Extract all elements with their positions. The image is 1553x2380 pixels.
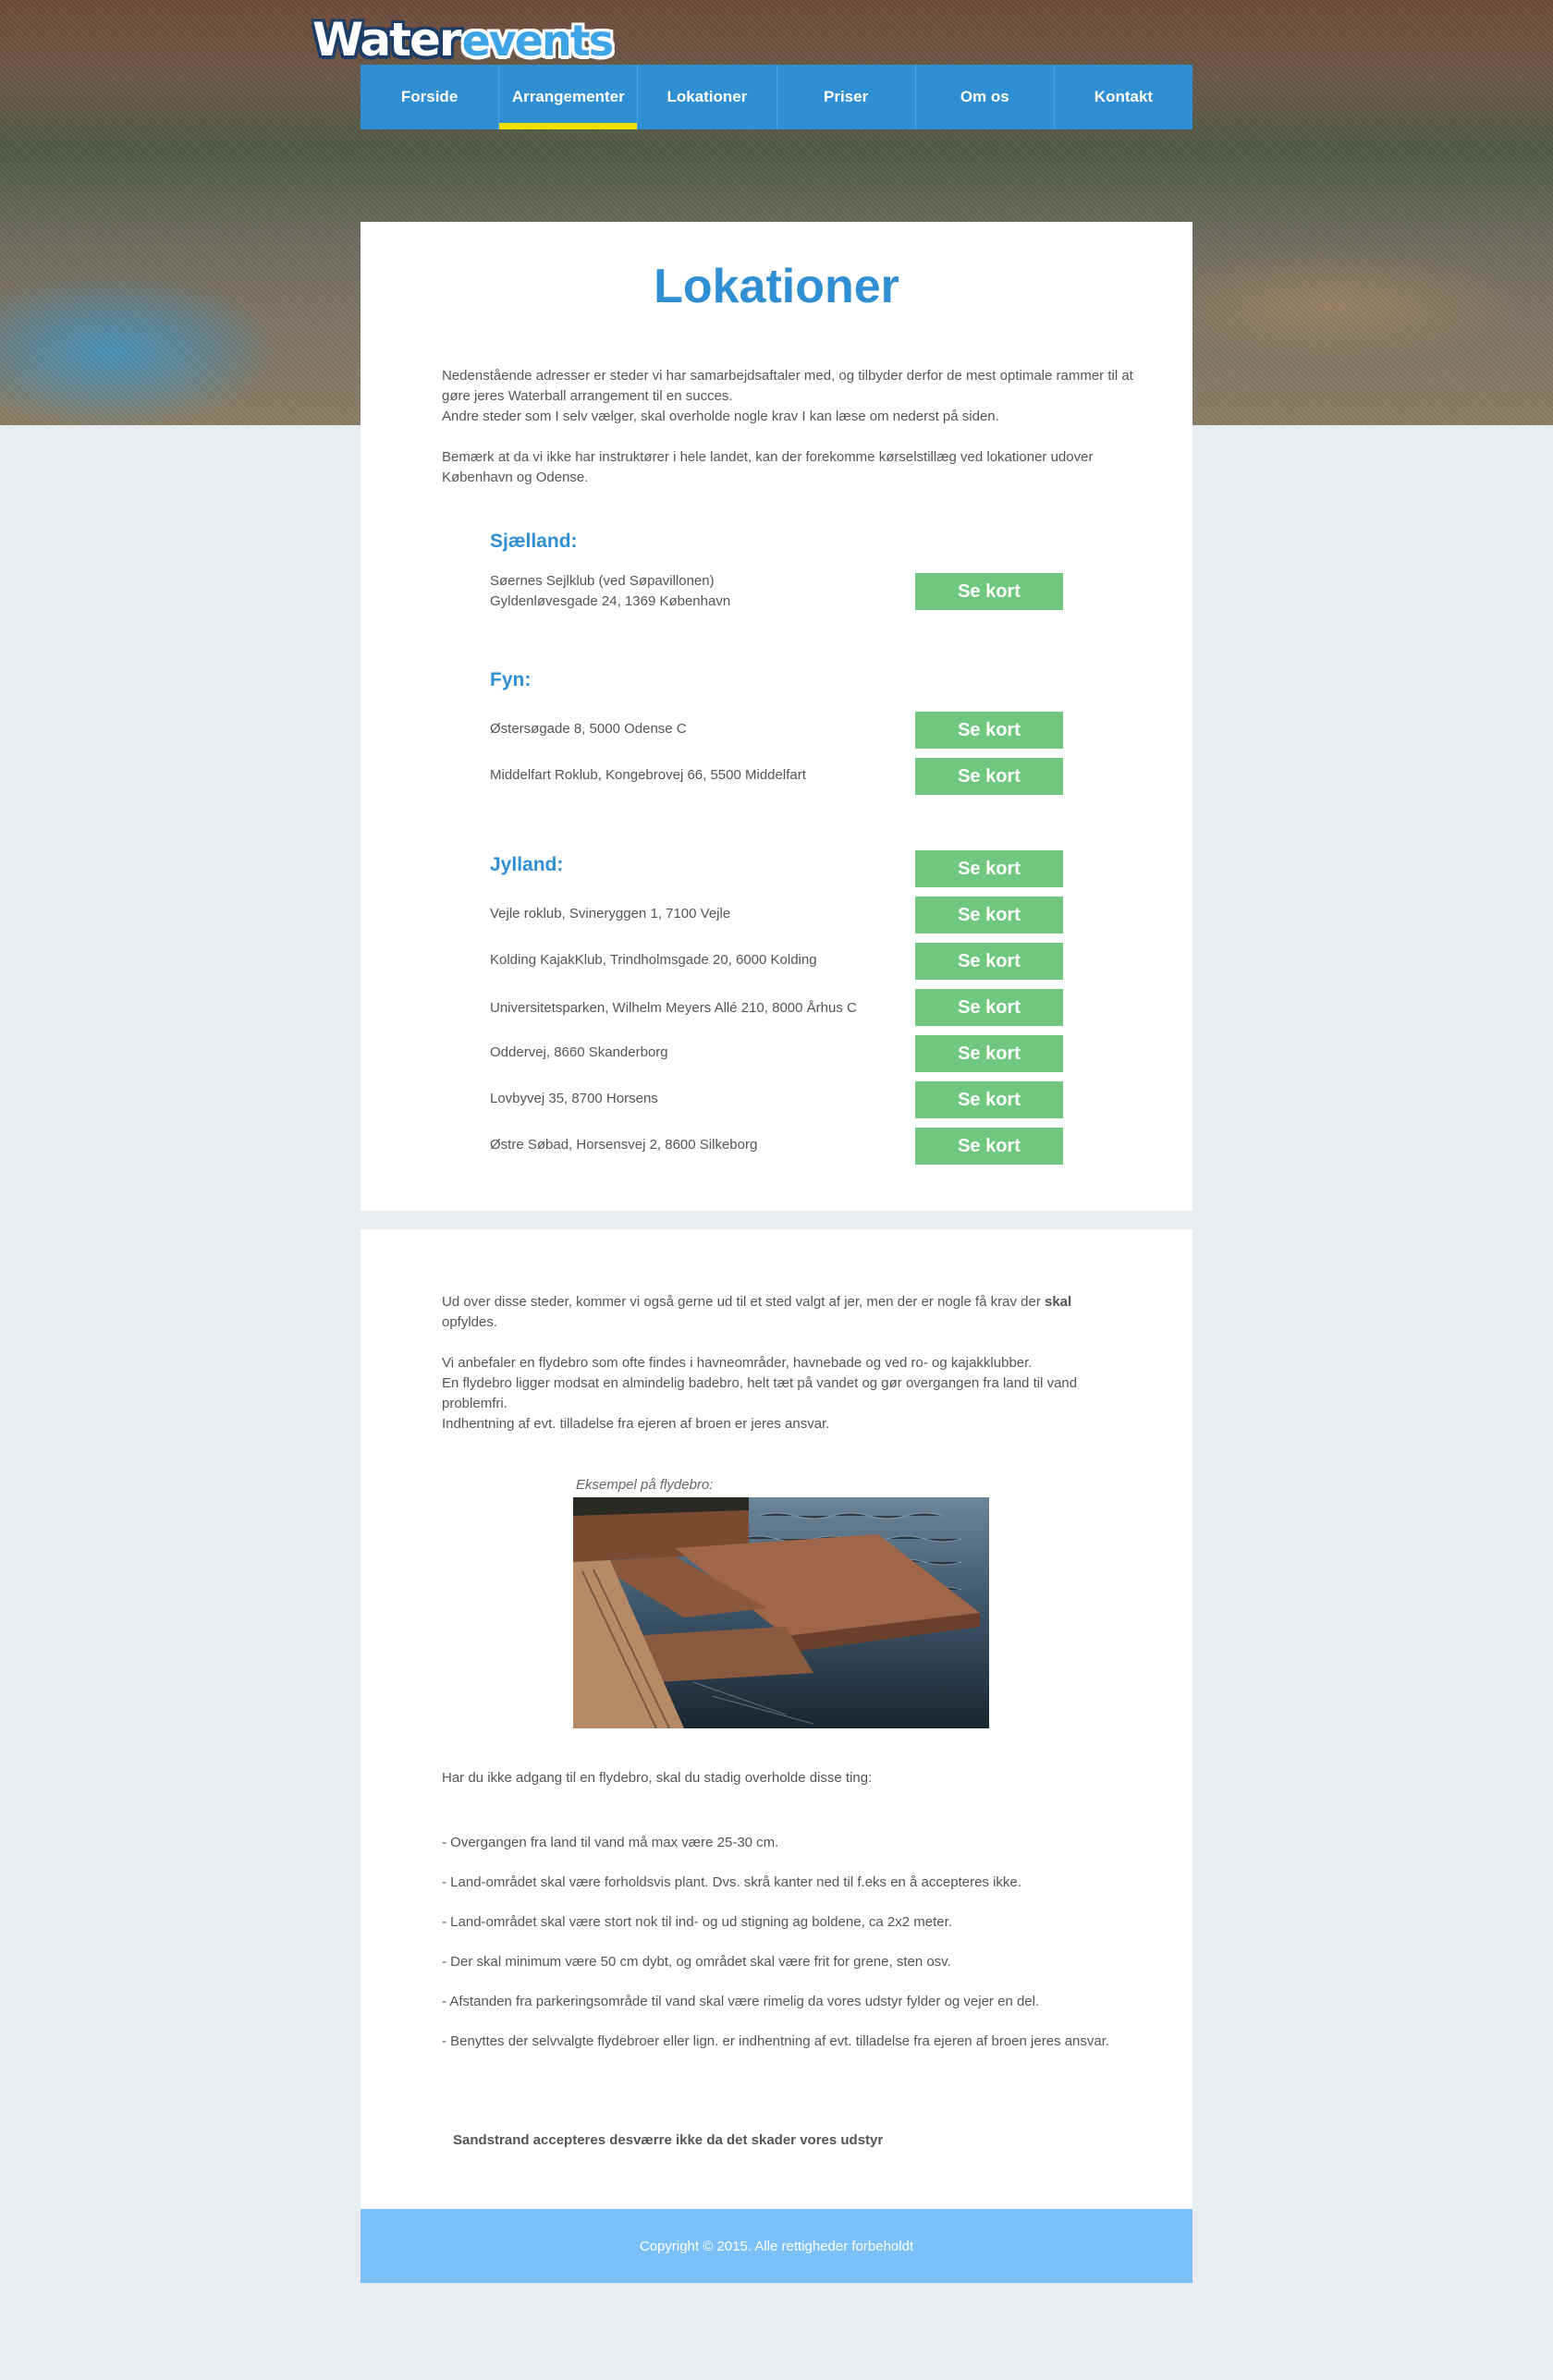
location-address: Østersøgade 8, 5000 Odense C [490, 721, 687, 737]
requirement-item: - Der skal minimum være 50 cm dybt, og o… [442, 1954, 951, 1970]
floating-dock-image [573, 1497, 989, 1728]
main-navigation: Forside Arrangementer Lokationer Priser … [361, 65, 1192, 129]
floating-dock-info: Vi anbefaler en flydebro som ofte findes… [442, 1353, 1107, 1434]
requirements-text: opfyldes. [442, 1314, 498, 1330]
intro-paragraph: Andre steder som I selv vælger, skal ove… [442, 409, 999, 424]
copyright-text: Copyright © 2015. Alle rettigheder forbe… [639, 2238, 914, 2254]
requirement-item: - Overgangen fra land til vand må max væ… [442, 1835, 779, 1850]
region-heading-fyn: Fyn: [490, 669, 532, 690]
footer: Copyright © 2015. Alle rettigheder forbe… [361, 2209, 1192, 2283]
see-map-button[interactable]: Se kort [915, 573, 1063, 610]
intro-paragraph: Nedenstående adresser er steder vi har s… [442, 368, 1133, 404]
image-caption: Eksempel på flydebro: [576, 1477, 714, 1493]
see-map-button[interactable]: Se kort [915, 712, 1063, 749]
requirement-item: - Land-området skal være forholdsvis pla… [442, 1874, 1021, 1890]
requirement-item: - Benyttes der selvvalgte flydebroer ell… [442, 2033, 1110, 2049]
see-map-button[interactable]: Se kort [915, 1035, 1063, 1072]
location-name: Søernes Sejlklub (ved Søpavillonen) [490, 573, 715, 589]
see-map-button[interactable]: Se kort [915, 758, 1063, 795]
location-address: Østre Søbad, Horsensvej 2, 8600 Silkebor… [490, 1137, 758, 1153]
info-paragraph: Vi anbefaler en flydebro som ofte findes… [442, 1355, 1033, 1371]
nav-item-priser[interactable]: Priser [777, 65, 916, 129]
requirements-emphasis: skal [1045, 1294, 1072, 1310]
requirement-item: - Afstanden fra parkeringsområde til van… [442, 1994, 1040, 2009]
see-map-button[interactable]: Se kort [915, 943, 1063, 980]
requirements-panel: Ud over disse steder, kommer vi også ger… [361, 1229, 1192, 2209]
intro-note: Bemærk at da vi ikke har instruktører i … [442, 447, 1144, 488]
see-map-button[interactable]: Se kort [915, 850, 1063, 887]
info-paragraph: Indhentning af evt. tilladelse fra ejere… [442, 1416, 830, 1432]
intro-text: Nedenstående adresser er steder vi har s… [442, 366, 1144, 427]
location-address: Søernes Sejlklub (ved Søpavillonen) Gyld… [490, 571, 897, 612]
requirement-item: - Land-området skal være stort nok til i… [442, 1914, 952, 1930]
locations-panel: Lokationer Nedenstående adresser er sted… [361, 222, 1192, 1211]
see-map-button[interactable]: Se kort [915, 989, 1063, 1026]
location-address: Lovbyvej 35, 8700 Horsens [490, 1091, 658, 1106]
logo-text-events: events [461, 16, 614, 66]
location-address: Middelfart Roklub, Kongebrovej 66, 5500 … [490, 767, 806, 783]
location-address: Oddervej, 8660 Skanderborg [490, 1044, 668, 1060]
region-heading-sjaelland: Sjælland: [490, 531, 578, 552]
requirements-text: Ud over disse steder, kommer vi også ger… [442, 1294, 1041, 1310]
nav-item-lokationer[interactable]: Lokationer [638, 65, 777, 129]
sand-beach-note: Sandstrand accepteres desværre ikke da d… [453, 2132, 884, 2148]
location-address: Vejle roklub, Svineryggen 1, 7100 Vejle [490, 906, 731, 921]
page-title: Lokationer [654, 260, 899, 313]
no-dock-intro: Har du ikke adgang til en flydebro, skal… [442, 1770, 873, 1786]
nav-item-kontakt[interactable]: Kontakt [1055, 65, 1192, 129]
see-map-button[interactable]: Se kort [915, 897, 1063, 934]
nav-item-arrangementer[interactable]: Arrangementer [499, 65, 639, 129]
location-address: Kolding KajakKlub, Trindholmsgade 20, 60… [490, 952, 817, 968]
floating-dock-illustration [573, 1497, 989, 1728]
region-heading-jylland: Jylland: [490, 854, 564, 875]
requirements-intro: Ud over disse steder, kommer vi også ger… [442, 1292, 1107, 1333]
see-map-button[interactable]: Se kort [915, 1081, 1063, 1118]
nav-item-forside[interactable]: Forside [361, 65, 500, 129]
location-street: Gyldenløvesgade 24, 1369 København [490, 593, 731, 609]
logo-text-water: Water [312, 13, 462, 67]
info-paragraph: En flydebro ligger modsat en almindelig … [442, 1375, 1078, 1411]
nav-item-om-os[interactable]: Om os [916, 65, 1055, 129]
intro-paragraph: Bemærk at da vi ikke har instruktører i … [442, 449, 1094, 485]
location-address: Universitetsparken, Wilhelm Meyers Allé … [490, 1000, 857, 1016]
see-map-button[interactable]: Se kort [915, 1128, 1063, 1165]
